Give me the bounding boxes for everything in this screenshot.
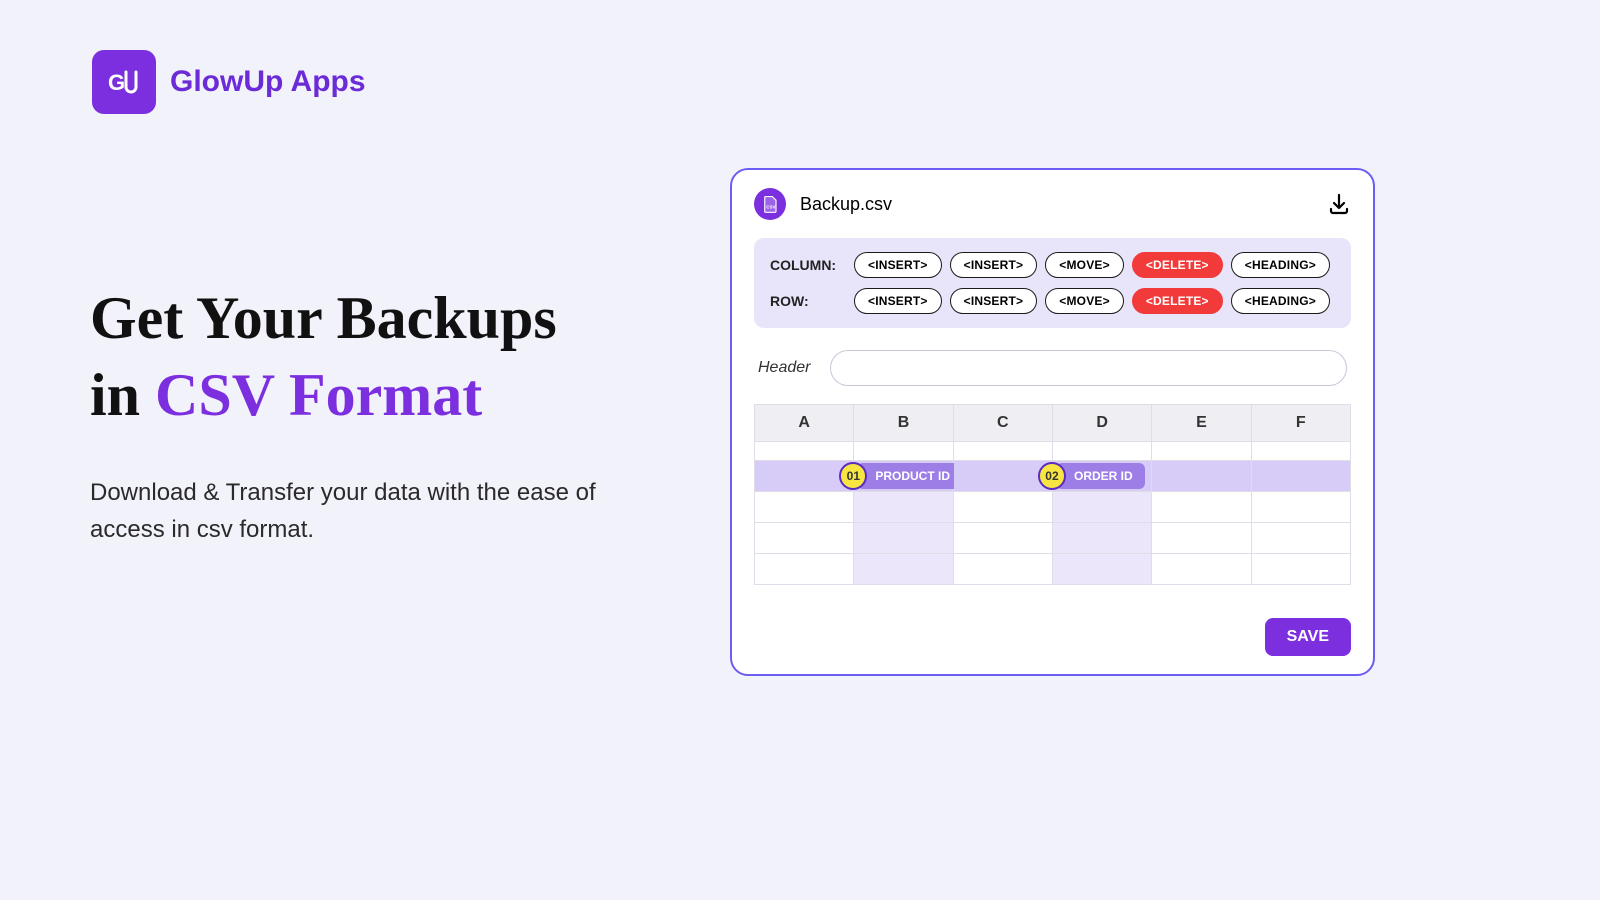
grid-cell[interactable] <box>954 554 1053 584</box>
grid-cell[interactable]: 01 PRODUCT ID <box>854 461 953 491</box>
panel-title: CSV Backup.csv <box>754 188 892 220</box>
hero-subtitle: Download & Transfer your data with the e… <box>90 474 670 548</box>
col-heading-button[interactable]: <HEADING> <box>1231 252 1330 278</box>
grid-row-highlighted: 01 PRODUCT ID 02 ORDER ID <box>755 460 1350 491</box>
grid-row <box>755 441 1350 460</box>
badge-label: PRODUCT ID <box>857 463 962 489</box>
row-heading-button[interactable]: <HEADING> <box>1231 288 1330 314</box>
grid-row <box>755 522 1350 553</box>
col-insert-button-2[interactable]: <INSERT> <box>950 252 1038 278</box>
row-label: ROW: <box>770 293 846 309</box>
grid-cell[interactable] <box>1152 442 1251 460</box>
grid-cell[interactable] <box>954 492 1053 522</box>
csv-grid: A B C D E F 01 PRODUCT ID 02 ORDER ID <box>754 404 1351 585</box>
grid-cell[interactable] <box>954 523 1053 553</box>
hero-title-accent: CSV Format <box>155 362 482 428</box>
download-icon[interactable] <box>1327 192 1351 216</box>
grid-cell[interactable] <box>1252 523 1350 553</box>
csv-editor-panel: CSV Backup.csv COLUMN: <INSERT> <INSERT>… <box>730 168 1375 676</box>
grid-cell[interactable]: 02 ORDER ID <box>1053 461 1152 491</box>
panel-header: CSV Backup.csv <box>754 188 1351 220</box>
editor-toolbar: COLUMN: <INSERT> <INSERT> <MOVE> <DELETE… <box>754 238 1351 328</box>
grid-cell[interactable] <box>1053 523 1152 553</box>
col-delete-button[interactable]: <DELETE> <box>1132 252 1223 278</box>
row-delete-button[interactable]: <DELETE> <box>1132 288 1223 314</box>
field-badge: 02 ORDER ID <box>1038 462 1145 490</box>
hero-section: Get Your Backups in CSV Format Download … <box>90 280 670 548</box>
grid-cell[interactable] <box>1053 442 1152 460</box>
field-badge: 01 PRODUCT ID <box>839 462 962 490</box>
grid-cell[interactable] <box>1152 492 1251 522</box>
hero-title-prefix: in <box>90 362 155 428</box>
col-header[interactable]: F <box>1252 405 1350 441</box>
grid-cell[interactable] <box>755 442 854 460</box>
col-header[interactable]: C <box>954 405 1053 441</box>
grid-cell[interactable] <box>1053 554 1152 584</box>
col-header[interactable]: B <box>854 405 953 441</box>
grid-cell[interactable] <box>854 523 953 553</box>
header-field-row: Header <box>754 350 1351 386</box>
grid-cell[interactable] <box>755 554 854 584</box>
grid-cell[interactable] <box>1053 492 1152 522</box>
svg-text:G: G <box>108 70 125 95</box>
toolbar-row-row: ROW: <INSERT> <INSERT> <MOVE> <DELETE> <… <box>770 288 1335 314</box>
brand-name: GlowUp Apps <box>170 65 366 99</box>
col-insert-button-1[interactable]: <INSERT> <box>854 252 942 278</box>
hero-title-line1: Get Your Backups <box>90 285 557 351</box>
col-move-button[interactable]: <MOVE> <box>1045 252 1124 278</box>
badge-number: 02 <box>1038 462 1066 490</box>
grid-cell[interactable] <box>854 442 953 460</box>
row-move-button[interactable]: <MOVE> <box>1045 288 1124 314</box>
hero-title: Get Your Backups in CSV Format <box>90 280 670 434</box>
logo-mark-icon: G <box>92 50 156 114</box>
badge-label: ORDER ID <box>1056 463 1145 489</box>
grid-row <box>755 491 1350 522</box>
grid-cell[interactable] <box>1152 461 1251 491</box>
grid-cell[interactable] <box>1252 554 1350 584</box>
file-name: Backup.csv <box>800 194 892 215</box>
grid-cell[interactable] <box>854 554 953 584</box>
col-header[interactable]: D <box>1053 405 1152 441</box>
badge-number: 01 <box>839 462 867 490</box>
grid-cell[interactable] <box>755 523 854 553</box>
col-header[interactable]: A <box>755 405 854 441</box>
brand-logo[interactable]: G GlowUp Apps <box>92 50 366 114</box>
header-input[interactable] <box>830 350 1347 386</box>
svg-text:CSV: CSV <box>766 205 775 210</box>
grid-cell[interactable] <box>854 492 953 522</box>
column-label: COLUMN: <box>770 257 846 273</box>
grid-cell[interactable] <box>1252 461 1350 491</box>
grid-cell[interactable] <box>1252 442 1350 460</box>
grid-cell[interactable] <box>1252 492 1350 522</box>
grid-cell[interactable] <box>755 492 854 522</box>
grid-header-row: A B C D E F <box>755 405 1350 441</box>
toolbar-column-row: COLUMN: <INSERT> <INSERT> <MOVE> <DELETE… <box>770 252 1335 278</box>
grid-cell[interactable] <box>1152 554 1251 584</box>
row-insert-button-2[interactable]: <INSERT> <box>950 288 1038 314</box>
col-header[interactable]: E <box>1152 405 1251 441</box>
grid-cell[interactable] <box>1152 523 1251 553</box>
csv-file-icon: CSV <box>754 188 786 220</box>
header-label: Header <box>758 359 810 377</box>
row-insert-button-1[interactable]: <INSERT> <box>854 288 942 314</box>
grid-row <box>755 553 1350 584</box>
save-button[interactable]: SAVE <box>1265 618 1351 656</box>
grid-cell[interactable] <box>954 442 1053 460</box>
